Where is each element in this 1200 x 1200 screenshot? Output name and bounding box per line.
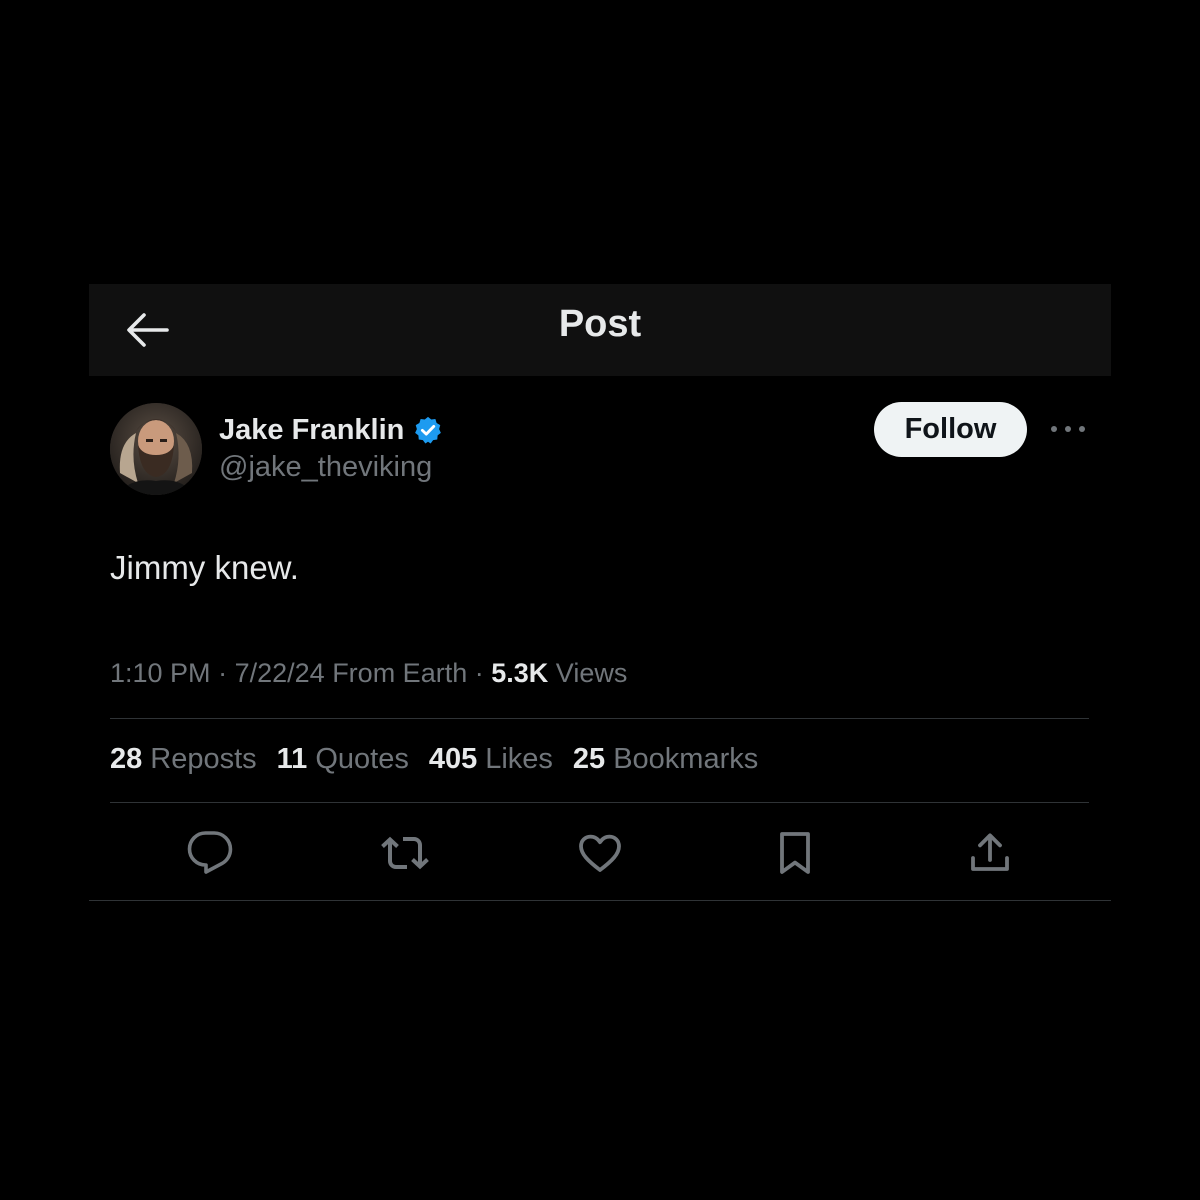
- divider: [110, 802, 1089, 803]
- post-time[interactable]: 1:10 PM: [110, 658, 211, 688]
- post-date[interactable]: 7/22/24: [235, 658, 325, 688]
- author-name-row[interactable]: Jake Franklin: [219, 410, 443, 450]
- stat-label: Reposts: [150, 743, 257, 775]
- repost-icon: [381, 836, 429, 870]
- post-metadata: 1:10 PM · 7/22/24 From Earth · 5.3K View…: [110, 658, 627, 689]
- avatar[interactable]: [110, 403, 202, 495]
- post-card: Post Jake Franklin @jake_theviking Follo…: [89, 284, 1111, 901]
- stat-label: Quotes: [315, 743, 409, 775]
- stat-count: 11: [276, 743, 308, 775]
- follow-button[interactable]: Follow: [874, 402, 1027, 457]
- stat-label: Bookmarks: [613, 743, 759, 775]
- action-bar: [110, 824, 1089, 882]
- stat-quotes[interactable]: 11 Quotes: [277, 743, 409, 776]
- stat-likes[interactable]: 405 Likes: [429, 743, 553, 776]
- author-display-name[interactable]: Jake Franklin: [219, 414, 404, 447]
- stat-count: 28: [110, 743, 143, 775]
- page-title: Post: [558, 303, 642, 345]
- views-count: 5.3K: [491, 658, 549, 688]
- post-text: Jimmy knew.: [110, 549, 299, 586]
- bookmark-icon: [780, 832, 810, 874]
- reply-button[interactable]: [181, 824, 239, 882]
- bookmark-button[interactable]: [766, 824, 824, 882]
- reply-icon: [187, 831, 233, 874]
- divider: [89, 900, 1111, 901]
- repost-button[interactable]: [376, 824, 434, 882]
- stat-count: 405: [428, 743, 478, 775]
- divider: [110, 718, 1089, 719]
- stat-label: Likes: [485, 743, 553, 775]
- meta-separator: ·: [474, 658, 492, 688]
- avatar-image: [110, 403, 202, 495]
- more-options-button[interactable]: [1047, 412, 1089, 446]
- stat-bookmarks[interactable]: 25 Bookmarks: [573, 743, 758, 776]
- stat-reposts[interactable]: 28 Reposts: [110, 743, 257, 776]
- share-icon: [971, 833, 1009, 871]
- engagement-stats: 28 Reposts 11 Quotes 405 Likes 25 Bookmarks: [110, 743, 778, 776]
- like-icon: [579, 834, 621, 872]
- top-bar: Post: [89, 284, 1111, 376]
- verified-badge-icon: [415, 416, 442, 444]
- share-button[interactable]: [961, 824, 1019, 882]
- stat-count: 25: [572, 743, 606, 775]
- meta-separator: ·: [218, 658, 235, 688]
- views-label: Views: [555, 658, 628, 688]
- post-location: From Earth: [332, 658, 468, 688]
- author-handle[interactable]: @jake_theviking: [219, 451, 432, 484]
- like-button[interactable]: [571, 824, 629, 882]
- more-horizontal-icon: [1051, 426, 1085, 432]
